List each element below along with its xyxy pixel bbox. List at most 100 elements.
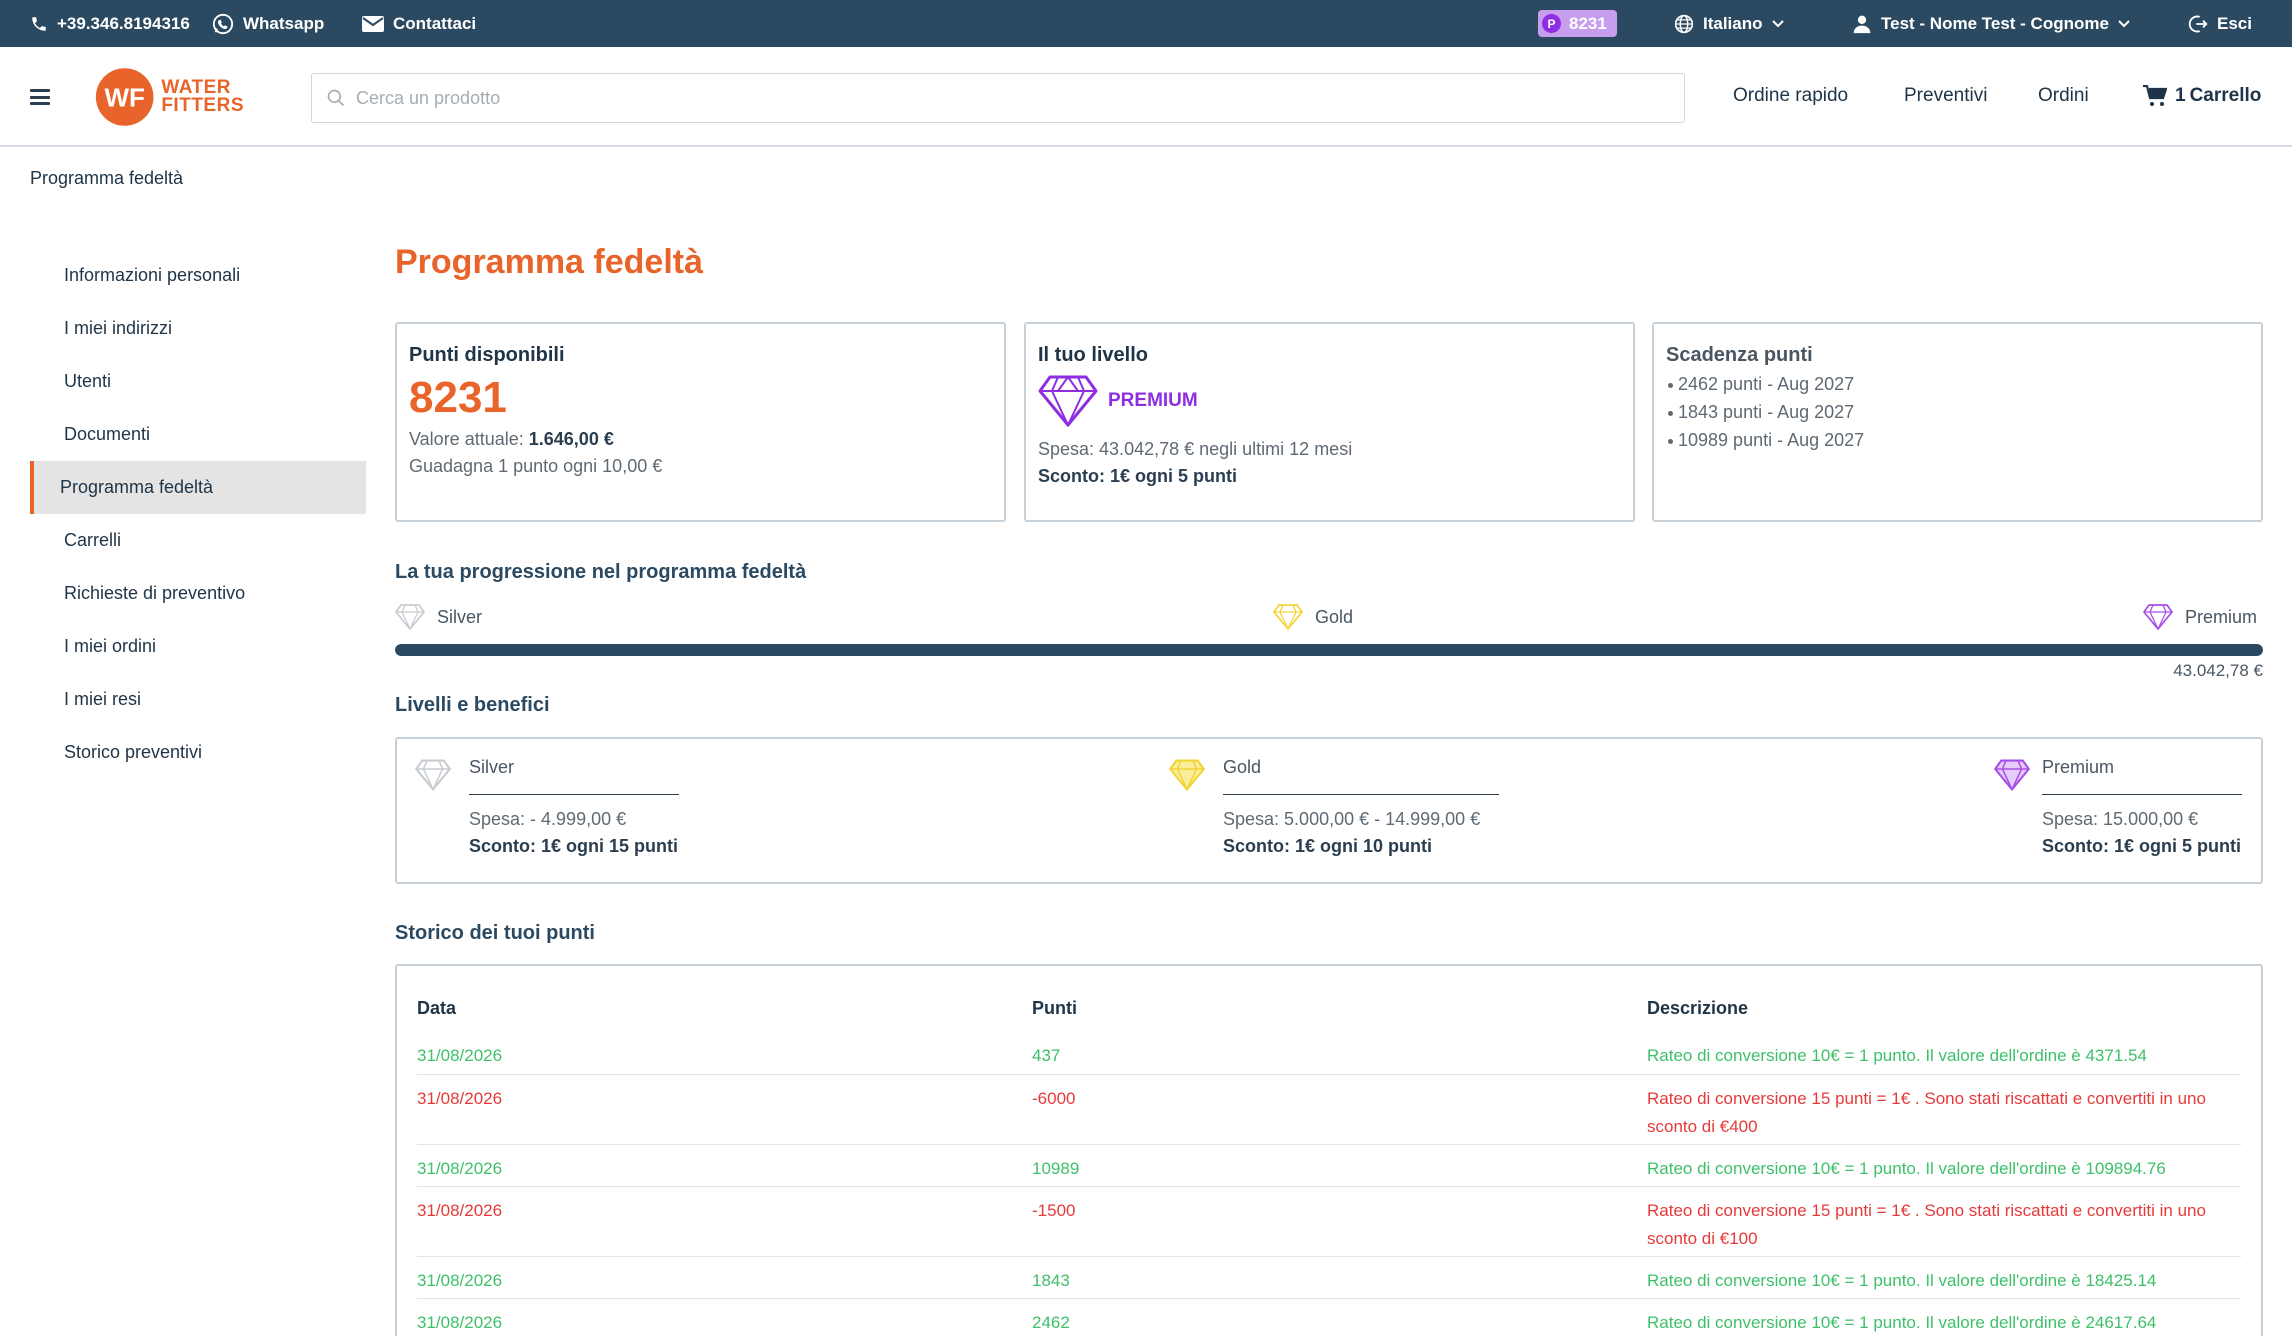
level-card: Il tuo livello PREMIUM Spesa: 43.042,78 … [1024,322,1635,522]
table-row: 31/08/2026 2462 Rateo di conversione 10€… [417,1297,2241,1336]
phone-link[interactable]: +39.346.8194316 [30,0,190,47]
sidebar-item-quote-requests[interactable]: Richieste di preventivo [30,567,366,620]
points-coin-icon: P [1542,14,1561,33]
row-points: 437 [1032,1046,1061,1065]
level-gold-name: Gold [1223,757,1499,795]
envelope-icon [362,15,384,32]
levels-benefits-box: Silver Spesa: - 4.999,00 € Sconto: 1€ og… [395,737,2263,884]
level-premium-spend: Spesa: 15.000,00 € [2042,809,2199,829]
top-bar: +39.346.8194316 Whatsapp Contattaci P 82… [0,0,2292,47]
sidebar-item-quote-history[interactable]: Storico preventivi [30,726,366,779]
silver-diamond-icon [395,604,425,630]
level-spend: Spesa: 43.042,78 € negli ultimi 12 mesi [1038,439,1353,459]
loyalty-progress-bar [395,644,2263,656]
search-bar [311,73,1685,123]
globe-icon [1674,14,1694,33]
nav-cart[interactable]: 1 Carrello [2143,85,2261,107]
row-points: 2462 [1032,1297,1647,1336]
progression-title: La tua progressione nel programma fedelt… [395,561,807,583]
progress-label-premium: Premium [2143,604,2257,630]
account-sidebar: Informazioni personali I miei indirizzi … [30,249,366,779]
whatsapp-label: Whatsapp [243,13,325,33]
search-icon [327,89,345,107]
sidebar-item-personal-info[interactable]: Informazioni personali [30,249,366,302]
language-selector[interactable]: Italiano [1674,0,1784,47]
sidebar-item-addresses[interactable]: I miei indirizzi [30,302,366,355]
row-description: Rateo di conversione 15 punti = 1€ . Son… [1647,1073,2241,1144]
search-input[interactable] [356,87,1656,109]
sidebar-item-carts[interactable]: Carrelli [30,514,366,567]
table-row: 31/08/2026 10989 Rateo di conversione 10… [417,1143,2241,1186]
level-premium: Premium Spesa: 15.000,00 € Sconto: 1€ og… [1994,757,2250,857]
cart-count: 1 [2175,85,2186,106]
table-row: 31/08/2026 -1500 Rateo di conversione 15… [417,1185,2241,1256]
level-premium-discount: Sconto: 1€ ogni 5 punti [2042,836,2241,856]
premium-diamond-icon [2143,604,2173,630]
logout-link[interactable]: Esci [2188,0,2252,47]
sidebar-item-orders[interactable]: I miei ordini [30,620,366,673]
row-date: 31/08/2026 [417,1046,503,1065]
user-menu[interactable]: Test - Nome Test - Cognome [1852,0,2130,47]
logo-mark-icon: WF [95,68,154,126]
chevron-down-icon [1771,19,1784,27]
gold-diamond-icon [1273,604,1303,630]
nav-quick-order[interactable]: Ordine rapido [1733,85,1848,107]
breadcrumb[interactable]: Programma fedeltà [30,168,183,189]
logo-mark: WF [104,82,144,112]
table-row: 31/08/2026 -6000 Rateo di conversione 15… [417,1073,2241,1144]
logout-icon [2188,15,2208,32]
row-date: 31/08/2026 [417,1297,1032,1336]
row-description: Rateo di conversione 10€ = 1 punto. Il v… [1647,1046,2147,1065]
column-header-points: Punti [1032,997,1077,1018]
row-date: 31/08/2026 [417,1073,1032,1144]
level-card-title: Il tuo livello [1038,344,1149,366]
sidebar-item-loyalty[interactable]: Programma fedeltà [30,461,366,514]
user-icon [1853,15,1871,33]
gold-diamond-icon [1169,759,1205,791]
whatsapp-icon [212,13,234,34]
loyalty-progress-fill [395,644,2263,656]
nav-orders[interactable]: Ordini [2038,85,2089,107]
sidebar-item-documents[interactable]: Documenti [30,408,366,461]
contact-label: Contattaci [393,13,477,33]
premium-diamond-icon [1994,759,2030,791]
user-name: Test - Nome Test - Cognome [1881,13,2109,33]
points-earn-rate: Guadagna 1 punto ogni 10,00 € [409,456,663,476]
available-points-value: 8231 [409,373,507,422]
silver-diamond-icon [415,759,451,791]
points-badge-value: 8231 [1569,13,1607,33]
row-description: Rateo di conversione 10€ = 1 punto. Il v… [1647,1255,2241,1298]
contact-link[interactable]: Contattaci [362,0,476,47]
expiry-item: 10989 punti - Aug 2027 [1666,430,2249,451]
points-badge[interactable]: P 8231 [1538,0,1617,47]
available-points-card: Punti disponibili 8231 Valore attuale: 1… [395,322,1006,522]
row-date: 31/08/2026 [417,1185,1032,1256]
sidebar-item-returns[interactable]: I miei resi [30,673,366,726]
column-header-date: Data [417,997,457,1018]
nav-quotes[interactable]: Preventivi [1904,85,1987,107]
whatsapp-link[interactable]: Whatsapp [212,0,324,47]
row-date: 31/08/2026 [417,1143,1032,1186]
logout-label: Esci [2217,13,2252,33]
level-silver: Silver Spesa: - 4.999,00 € Sconto: 1€ og… [415,757,689,857]
hamburger-menu-icon[interactable] [30,89,50,105]
row-date: 31/08/2026 [417,1255,1032,1298]
premium-diamond-icon [1038,375,1098,427]
phone-number: +39.346.8194316 [57,13,190,33]
level-silver-discount: Sconto: 1€ ogni 15 punti [469,836,679,856]
row-points: 10989 [1032,1143,1647,1186]
sidebar-item-users[interactable]: Utenti [30,355,366,408]
logo[interactable]: WF WATER FITTERS [94,65,244,129]
row-description: Rateo di conversione 15 punti = 1€ . Son… [1647,1185,2241,1256]
row-points: -1500 [1032,1185,1647,1256]
cart-label: Carrello [2189,85,2262,106]
chevron-down-icon [2118,19,2130,27]
column-header-description: Descrizione [1647,997,1749,1018]
points-current-value: Valore attuale: 1.646,00 € [409,429,614,449]
main-header: WF WATER FITTERS Ordine rapido Preventiv… [0,47,2292,147]
points-history-table: Data Punti Descrizione 31/08/2026 437 Ra… [417,966,2241,1336]
language-label: Italiano [1703,13,1763,33]
history-title: Storico dei tuoi punti [395,922,595,944]
level-gold: Gold Spesa: 5.000,00 € - 14.999,00 € Sco… [1169,757,1509,857]
row-description: Rateo di conversione 10€ = 1 punto. Il v… [1647,1297,2241,1336]
